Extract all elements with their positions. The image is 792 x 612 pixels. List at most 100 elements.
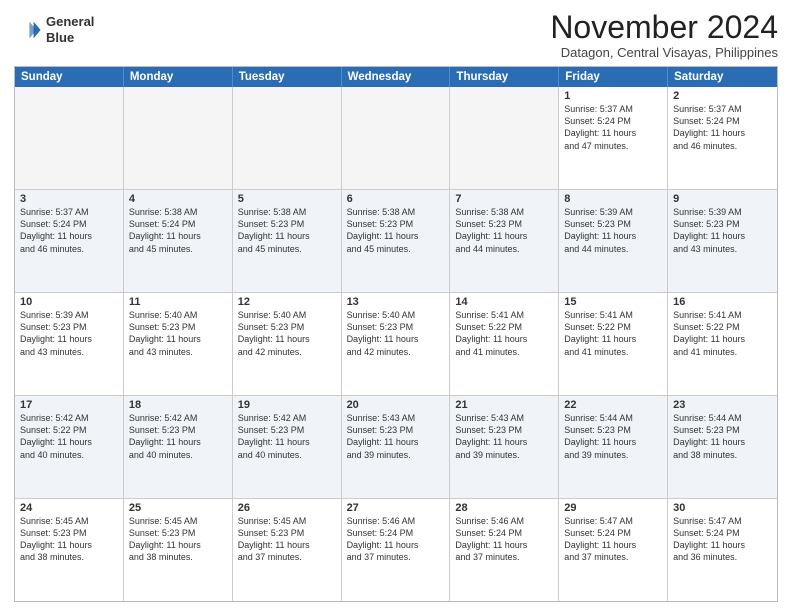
day-number: 26 bbox=[238, 502, 336, 514]
cal-cell-4-1: 25Sunrise: 5:45 AMSunset: 5:23 PMDayligh… bbox=[124, 499, 233, 601]
calendar-row-3: 17Sunrise: 5:42 AMSunset: 5:22 PMDayligh… bbox=[15, 395, 777, 498]
day-number: 6 bbox=[347, 193, 445, 205]
cal-cell-0-5: 1Sunrise: 5:37 AMSunset: 5:24 PMDaylight… bbox=[559, 87, 668, 189]
day-number: 3 bbox=[20, 193, 118, 205]
day-number: 25 bbox=[129, 502, 227, 514]
cell-info: Sunrise: 5:38 AMSunset: 5:24 PMDaylight:… bbox=[129, 206, 227, 255]
day-number: 18 bbox=[129, 399, 227, 411]
cal-cell-4-3: 27Sunrise: 5:46 AMSunset: 5:24 PMDayligh… bbox=[342, 499, 451, 601]
cell-info: Sunrise: 5:46 AMSunset: 5:24 PMDaylight:… bbox=[455, 515, 553, 564]
cell-info: Sunrise: 5:37 AMSunset: 5:24 PMDaylight:… bbox=[673, 103, 772, 152]
day-number: 14 bbox=[455, 296, 553, 308]
day-number: 27 bbox=[347, 502, 445, 514]
day-number: 13 bbox=[347, 296, 445, 308]
header-day-tuesday: Tuesday bbox=[233, 67, 342, 87]
location: Datagon, Central Visayas, Philippines bbox=[550, 45, 778, 60]
cal-cell-1-3: 6Sunrise: 5:38 AMSunset: 5:23 PMDaylight… bbox=[342, 190, 451, 292]
cal-cell-1-6: 9Sunrise: 5:39 AMSunset: 5:23 PMDaylight… bbox=[668, 190, 777, 292]
day-number: 23 bbox=[673, 399, 772, 411]
day-number: 7 bbox=[455, 193, 553, 205]
cal-cell-2-4: 14Sunrise: 5:41 AMSunset: 5:22 PMDayligh… bbox=[450, 293, 559, 395]
day-number: 11 bbox=[129, 296, 227, 308]
cal-cell-2-3: 13Sunrise: 5:40 AMSunset: 5:23 PMDayligh… bbox=[342, 293, 451, 395]
cell-info: Sunrise: 5:42 AMSunset: 5:23 PMDaylight:… bbox=[238, 412, 336, 461]
cell-info: Sunrise: 5:45 AMSunset: 5:23 PMDaylight:… bbox=[238, 515, 336, 564]
day-number: 24 bbox=[20, 502, 118, 514]
cal-cell-1-2: 5Sunrise: 5:38 AMSunset: 5:23 PMDaylight… bbox=[233, 190, 342, 292]
cal-cell-0-6: 2Sunrise: 5:37 AMSunset: 5:24 PMDaylight… bbox=[668, 87, 777, 189]
day-number: 1 bbox=[564, 90, 662, 102]
day-number: 20 bbox=[347, 399, 445, 411]
day-number: 2 bbox=[673, 90, 772, 102]
cal-cell-0-4 bbox=[450, 87, 559, 189]
cell-info: Sunrise: 5:44 AMSunset: 5:23 PMDaylight:… bbox=[673, 412, 772, 461]
cal-cell-3-1: 18Sunrise: 5:42 AMSunset: 5:23 PMDayligh… bbox=[124, 396, 233, 498]
cell-info: Sunrise: 5:47 AMSunset: 5:24 PMDaylight:… bbox=[673, 515, 772, 564]
cell-info: Sunrise: 5:37 AMSunset: 5:24 PMDaylight:… bbox=[564, 103, 662, 152]
cal-cell-3-2: 19Sunrise: 5:42 AMSunset: 5:23 PMDayligh… bbox=[233, 396, 342, 498]
day-number: 12 bbox=[238, 296, 336, 308]
header-day-monday: Monday bbox=[124, 67, 233, 87]
month-title: November 2024 bbox=[550, 10, 778, 45]
page: General Blue November 2024 Datagon, Cent… bbox=[0, 0, 792, 612]
calendar-header: SundayMondayTuesdayWednesdayThursdayFrid… bbox=[15, 67, 777, 87]
cell-info: Sunrise: 5:41 AMSunset: 5:22 PMDaylight:… bbox=[564, 309, 662, 358]
cell-info: Sunrise: 5:38 AMSunset: 5:23 PMDaylight:… bbox=[347, 206, 445, 255]
header-day-friday: Friday bbox=[559, 67, 668, 87]
day-number: 29 bbox=[564, 502, 662, 514]
cal-cell-2-5: 15Sunrise: 5:41 AMSunset: 5:22 PMDayligh… bbox=[559, 293, 668, 395]
cal-cell-3-4: 21Sunrise: 5:43 AMSunset: 5:23 PMDayligh… bbox=[450, 396, 559, 498]
calendar-row-4: 24 Sunrise: 5:45 AMSunset: 5:23 PMDayligh… bbox=[15, 498, 777, 601]
cell-info: Sunrise: 5:43 AMSunset: 5:23 PMDaylight:… bbox=[455, 412, 553, 461]
cal-cell-2-0: 10Sunrise: 5:39 AMSunset: 5:23 PMDayligh… bbox=[15, 293, 124, 395]
cell-info: Sunrise: 5:41 AMSunset: 5:22 PMDaylight:… bbox=[673, 309, 772, 358]
cell-info: Sunrise: 5:38 AMSunset: 5:23 PMDaylight:… bbox=[455, 206, 553, 255]
cell-info: Sunrise: 5:42 AMSunset: 5:22 PMDaylight:… bbox=[20, 412, 118, 461]
calendar-row-1: 3Sunrise: 5:37 AMSunset: 5:24 PMDaylight… bbox=[15, 189, 777, 292]
cal-cell-1-0: 3Sunrise: 5:37 AMSunset: 5:24 PMDaylight… bbox=[15, 190, 124, 292]
day-number: 4 bbox=[129, 193, 227, 205]
header-day-sunday: Sunday bbox=[15, 67, 124, 87]
cal-cell-1-5: 8Sunrise: 5:39 AMSunset: 5:23 PMDaylight… bbox=[559, 190, 668, 292]
day-number: 9 bbox=[673, 193, 772, 205]
cal-cell-3-0: 17Sunrise: 5:42 AMSunset: 5:22 PMDayligh… bbox=[15, 396, 124, 498]
logo-text: General Blue bbox=[46, 14, 94, 45]
cal-cell-1-1: 4Sunrise: 5:38 AMSunset: 5:24 PMDaylight… bbox=[124, 190, 233, 292]
cell-info: Sunrise: 5:37 AMSunset: 5:24 PMDaylight:… bbox=[20, 206, 118, 255]
day-number: 28 bbox=[455, 502, 553, 514]
day-number: 5 bbox=[238, 193, 336, 205]
cal-cell-3-5: 22Sunrise: 5:44 AMSunset: 5:23 PMDayligh… bbox=[559, 396, 668, 498]
cal-cell-2-2: 12Sunrise: 5:40 AMSunset: 5:23 PMDayligh… bbox=[233, 293, 342, 395]
logo-icon bbox=[14, 16, 42, 44]
day-number: 19 bbox=[238, 399, 336, 411]
calendar: SundayMondayTuesdayWednesdayThursdayFrid… bbox=[14, 66, 778, 602]
cal-cell-2-1: 11Sunrise: 5:40 AMSunset: 5:23 PMDayligh… bbox=[124, 293, 233, 395]
cal-cell-4-2: 26Sunrise: 5:45 AMSunset: 5:23 PMDayligh… bbox=[233, 499, 342, 601]
day-number: 16 bbox=[673, 296, 772, 308]
logo: General Blue bbox=[14, 14, 94, 45]
cell-info: Sunrise: 5:40 AMSunset: 5:23 PMDaylight:… bbox=[129, 309, 227, 358]
cell-info: Sunrise: 5:38 AMSunset: 5:23 PMDaylight:… bbox=[238, 206, 336, 255]
cell-info: Sunrise: 5:43 AMSunset: 5:23 PMDaylight:… bbox=[347, 412, 445, 461]
header-day-wednesday: Wednesday bbox=[342, 67, 451, 87]
cal-cell-4-5: 29Sunrise: 5:47 AMSunset: 5:24 PMDayligh… bbox=[559, 499, 668, 601]
title-block: November 2024 Datagon, Central Visayas, … bbox=[550, 10, 778, 60]
calendar-row-2: 10Sunrise: 5:39 AMSunset: 5:23 PMDayligh… bbox=[15, 292, 777, 395]
cal-cell-0-1 bbox=[124, 87, 233, 189]
cal-cell-4-0: 24Sunrise: 5:45 AMSunset: 5:23 PMDayligh… bbox=[15, 499, 124, 601]
cal-cell-2-6: 16Sunrise: 5:41 AMSunset: 5:22 PMDayligh… bbox=[668, 293, 777, 395]
cell-info: Sunrise: 5:39 AMSunset: 5:23 PMDaylight:… bbox=[20, 309, 118, 358]
cell-info: Sunrise: 5:41 AMSunset: 5:22 PMDaylight:… bbox=[455, 309, 553, 358]
calendar-body: 1Sunrise: 5:37 AMSunset: 5:24 PMDaylight… bbox=[15, 87, 777, 601]
cal-cell-4-4: 28Sunrise: 5:46 AMSunset: 5:24 PMDayligh… bbox=[450, 499, 559, 601]
cal-cell-1-4: 7Sunrise: 5:38 AMSunset: 5:23 PMDaylight… bbox=[450, 190, 559, 292]
day-number: 22 bbox=[564, 399, 662, 411]
header-day-saturday: Saturday bbox=[668, 67, 777, 87]
header-day-thursday: Thursday bbox=[450, 67, 559, 87]
day-number: 21 bbox=[455, 399, 553, 411]
day-number: 10 bbox=[20, 296, 118, 308]
header: General Blue November 2024 Datagon, Cent… bbox=[14, 10, 778, 60]
cell-info: Sunrise: 5:44 AMSunset: 5:23 PMDaylight:… bbox=[564, 412, 662, 461]
day-number: 17 bbox=[20, 399, 118, 411]
cal-cell-0-0 bbox=[15, 87, 124, 189]
